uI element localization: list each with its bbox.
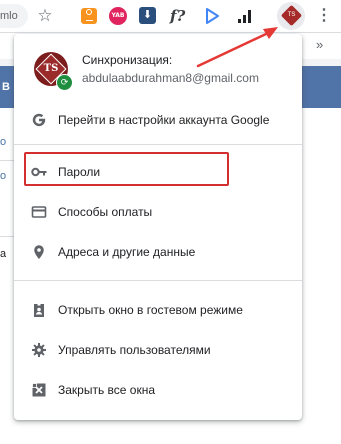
odnoklassniki-extension-icon[interactable]: [81, 8, 97, 24]
fq-extension-icon[interactable]: f?: [170, 5, 192, 27]
address-bar[interactable]: mlo: [0, 4, 28, 28]
menu-item-label: Способы оплаты: [58, 205, 153, 219]
menu-item-label: Закрыть все окна: [58, 383, 156, 397]
page-banner-left: В: [0, 66, 14, 108]
profile-menu: TS ⟳ Синхронизация: abdulaabdurahman8@gm…: [14, 34, 302, 420]
page-divider: [0, 160, 14, 161]
profile-avatar-icon[interactable]: TS: [280, 4, 303, 27]
menu-item-payment-methods[interactable]: Способы оплаты: [14, 196, 302, 228]
yab-extension-icon[interactable]: YAB: [109, 7, 127, 25]
profile-avatar-initials: TS: [287, 12, 296, 18]
passwords-highlight-box: [24, 152, 229, 186]
location-pin-icon: [31, 244, 47, 260]
page-fragment: о: [0, 136, 7, 148]
menu-item-addresses[interactable]: Адреса и другие данные: [14, 236, 302, 268]
menu-item-google-settings[interactable]: Перейти в настройки аккаунта Google: [14, 104, 302, 136]
sync-title: Синхронизация:: [82, 53, 173, 67]
page-banner-right: [300, 66, 341, 108]
menu-item-label: Перейти в настройки аккаунта Google: [58, 113, 270, 127]
browser-toolbar: mlo ☆ YAB ⬇ f? TS ⋮: [0, 0, 341, 33]
menu-item-close-all[interactable]: Закрыть все окна: [14, 374, 302, 406]
download-extension-icon[interactable]: ⬇: [139, 7, 156, 24]
menu-item-manage-users[interactable]: Управлять пользователями: [14, 334, 302, 366]
page-fragment: а: [0, 248, 7, 260]
play-extension-icon[interactable]: [201, 5, 223, 27]
menu-divider: [14, 144, 302, 145]
gear-icon: [31, 342, 47, 358]
close-window-icon: [31, 382, 47, 398]
guest-badge-icon: [31, 302, 47, 318]
bookmark-star-icon[interactable]: ☆: [34, 5, 56, 27]
profile-header[interactable]: TS ⟳ Синхронизация: abdulaabdurahman8@gm…: [14, 34, 302, 100]
page-fragment: о: [0, 170, 7, 182]
menu-item-label: Управлять пользователями: [58, 343, 211, 357]
credit-card-icon: [31, 204, 47, 220]
page-divider: [0, 236, 14, 237]
bookmarks-overflow-icon[interactable]: »: [316, 37, 323, 52]
kebab-menu-icon[interactable]: ⋮: [313, 5, 335, 27]
menu-item-label: Открыть окно в гостевом режиме: [58, 303, 243, 317]
menu-item-guest-window[interactable]: Открыть окно в гостевом режиме: [14, 294, 302, 326]
sync-icon: ⟳: [56, 74, 73, 91]
signal-extension-icon[interactable]: [234, 5, 256, 27]
menu-divider: [14, 280, 302, 281]
account-email: abdulaabdurahman8@gmail.com: [82, 71, 259, 85]
menu-item-label: Адреса и другие данные: [58, 245, 196, 259]
google-g-icon: [31, 112, 47, 128]
